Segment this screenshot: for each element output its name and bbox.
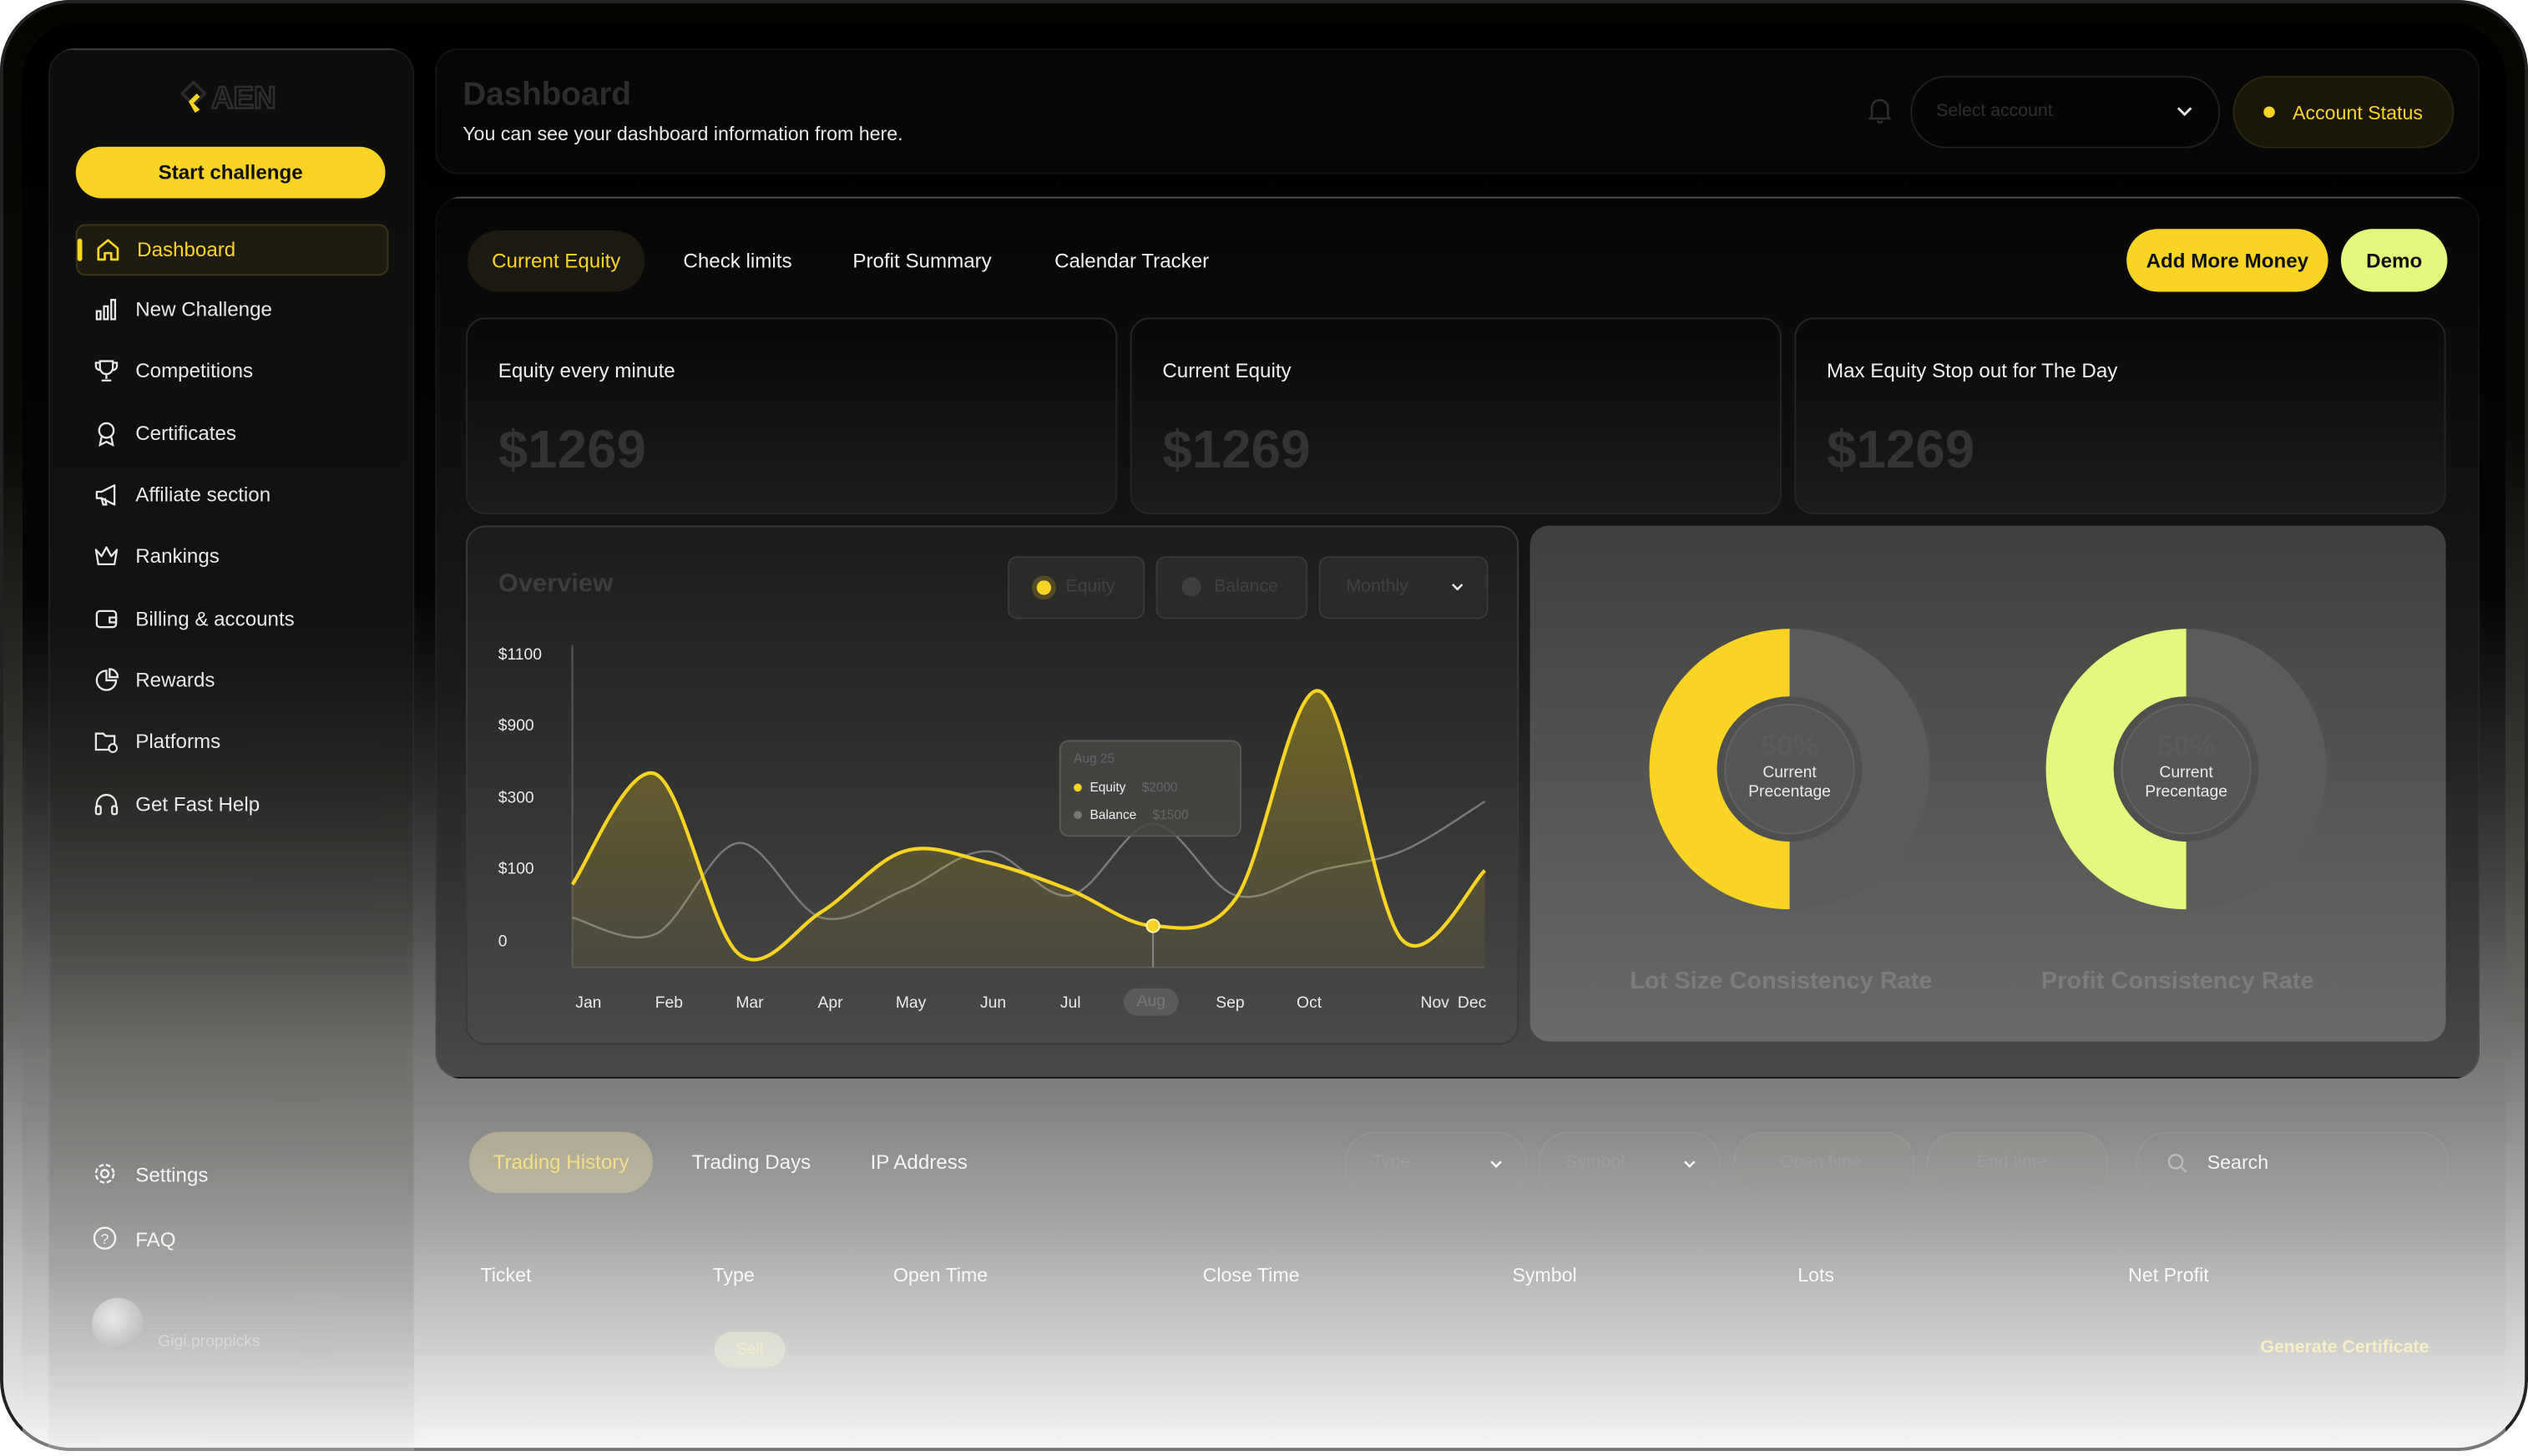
donut-caption-2: Precentage <box>1748 783 1831 801</box>
app-frame: AEN Start challenge Dashboard New Challe… <box>0 0 2528 1452</box>
type-filter[interactable]: Type <box>1344 1131 1527 1196</box>
tab-ip-address[interactable]: IP Address <box>850 1132 988 1193</box>
donut-percentage: 50% <box>1760 730 1819 763</box>
symbol-filter[interactable]: Symbol <box>1538 1131 1721 1196</box>
lot-size-consistency-label: Lot Size Consistency Rate <box>1630 967 1933 995</box>
search-input[interactable]: Search <box>2136 1131 2450 1196</box>
type-filter-label: Type <box>1372 1152 1411 1172</box>
symbol-filter-label: Symbol <box>1565 1152 1625 1172</box>
donut-caption-1: Current <box>1762 764 1817 782</box>
column-header-open-time: Open Time <box>892 1263 988 1287</box>
column-header-net-profit: Net Profit <box>2128 1263 2209 1287</box>
column-header-symbol: Symbol <box>1512 1263 1577 1287</box>
donut-center-text: 50% Current Precentage <box>1717 731 1863 803</box>
donut-caption-2: Precentage <box>2145 783 2227 801</box>
generate-certificate-link[interactable]: Generate Certificate <box>2260 1338 2429 1357</box>
open-time-filter[interactable]: Open time <box>1732 1131 1916 1196</box>
search-icon <box>2166 1153 2187 1174</box>
column-header-lots: Lots <box>1797 1263 1835 1287</box>
chevron-down-icon <box>1680 1155 1699 1174</box>
column-header-close-time: Close Time <box>1202 1263 1300 1287</box>
donut-percentage: 50% <box>2156 730 2216 763</box>
tab-trading-days[interactable]: Trading Days <box>674 1132 828 1193</box>
column-header-ticket: Ticket <box>480 1263 532 1287</box>
type-badge-sell: Sell <box>714 1332 786 1368</box>
column-header-type: Type <box>712 1263 755 1287</box>
profit-consistency-label: Profit Consistency Rate <box>2040 967 2314 995</box>
consistency-donuts <box>1649 629 2327 910</box>
donut-caption-1: Current <box>2159 764 2213 782</box>
tab-trading-history[interactable]: Trading History <box>468 1131 654 1194</box>
chevron-down-icon <box>1486 1155 1505 1174</box>
donut-center-text: 50% Current Precentage <box>2114 731 2259 803</box>
end-time-label: End time <box>1976 1152 2047 1172</box>
end-time-filter[interactable]: End time <box>1926 1131 2109 1196</box>
open-time-label: Open time <box>1779 1152 1862 1172</box>
search-placeholder: Search <box>2207 1150 2269 1174</box>
